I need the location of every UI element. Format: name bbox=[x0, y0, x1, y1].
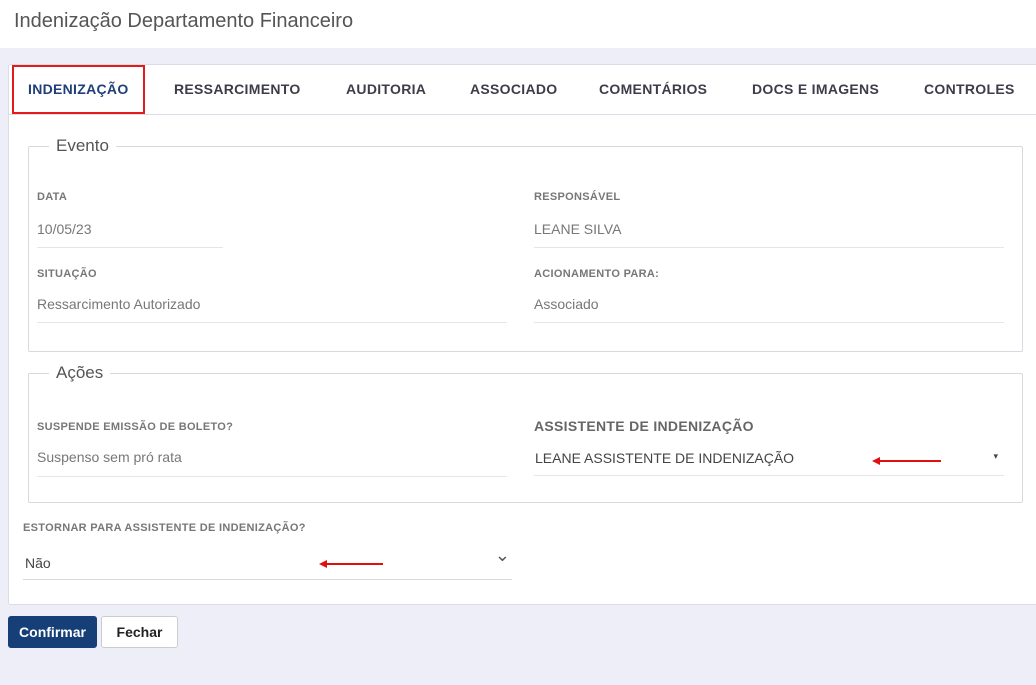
responsavel-underline bbox=[534, 247, 1004, 248]
evento-legend: Evento bbox=[56, 136, 109, 155]
acoes-fieldset: Ações bbox=[28, 363, 1023, 503]
assistente-select[interactable]: LEANE ASSISTENTE DE INDENIZAÇÃO ▾ bbox=[534, 443, 1004, 476]
acoes-legend: Ações bbox=[56, 363, 104, 382]
data-value: 10/05/23 bbox=[37, 221, 92, 237]
situacao-underline bbox=[37, 322, 507, 323]
tab-controles[interactable]: CONTROLES bbox=[924, 65, 1015, 114]
main-card: INDENIZAÇÃO RESSARCIMENTO AUDITORIA ASSO… bbox=[8, 64, 1036, 605]
tab-associado[interactable]: ASSOCIADO bbox=[470, 65, 558, 114]
assistente-select-value: LEANE ASSISTENTE DE INDENIZAÇÃO bbox=[535, 450, 795, 466]
confirm-button[interactable]: Confirmar bbox=[8, 616, 97, 648]
assistente-underline bbox=[534, 475, 1004, 476]
caret-down-icon: ▾ bbox=[993, 451, 998, 461]
close-button[interactable]: Fechar bbox=[101, 616, 178, 648]
suspende-boleto-label: SUSPENDE EMISSÃO DE BOLETO? bbox=[37, 421, 234, 433]
estornar-underline bbox=[23, 579, 512, 580]
tab-bar: INDENIZAÇÃO RESSARCIMENTO AUDITORIA ASSO… bbox=[9, 65, 1036, 115]
annotation-arrow-icon bbox=[872, 457, 941, 465]
page-header: Indenização Departamento Financeiro bbox=[0, 0, 1036, 48]
tab-docs-e-imagens[interactable]: DOCS E IMAGENS bbox=[752, 65, 879, 114]
data-label: DATA bbox=[37, 191, 68, 203]
evento-fieldset: Evento bbox=[28, 136, 1023, 352]
chevron-down-icon: ⌄ bbox=[494, 545, 510, 565]
acionamento-value: Associado bbox=[534, 296, 599, 312]
tab-ressarcimento[interactable]: RESSARCIMENTO bbox=[174, 65, 301, 114]
annotation-arrow-icon bbox=[319, 560, 383, 568]
responsavel-value: LEANE SILVA bbox=[534, 221, 622, 237]
data-underline bbox=[37, 247, 223, 248]
estornar-select[interactable]: Não ⌄ bbox=[23, 545, 512, 580]
acionamento-label: ACIONAMENTO PARA: bbox=[534, 268, 660, 280]
suspende-boleto-value: Suspenso sem pró rata bbox=[37, 449, 182, 465]
tab-indenizacao[interactable]: INDENIZAÇÃO bbox=[12, 65, 145, 114]
estornar-select-value: Não bbox=[25, 555, 51, 571]
page-title: Indenização Departamento Financeiro bbox=[14, 10, 354, 32]
responsavel-label: RESPONSÁVEL bbox=[534, 191, 621, 203]
tab-auditoria[interactable]: AUDITORIA bbox=[346, 65, 426, 114]
acionamento-underline bbox=[534, 322, 1004, 323]
suspende-boleto-underline bbox=[37, 476, 507, 477]
situacao-label: SITUAÇÃO bbox=[37, 268, 97, 280]
situacao-value: Ressarcimento Autorizado bbox=[37, 296, 201, 312]
tab-comentarios[interactable]: COMENTÁRIOS bbox=[599, 65, 707, 114]
estornar-label: ESTORNAR PARA ASSISTENTE DE INDENIZAÇÃO? bbox=[23, 522, 306, 534]
assistente-label: ASSISTENTE DE INDENIZAÇÃO bbox=[534, 418, 754, 434]
